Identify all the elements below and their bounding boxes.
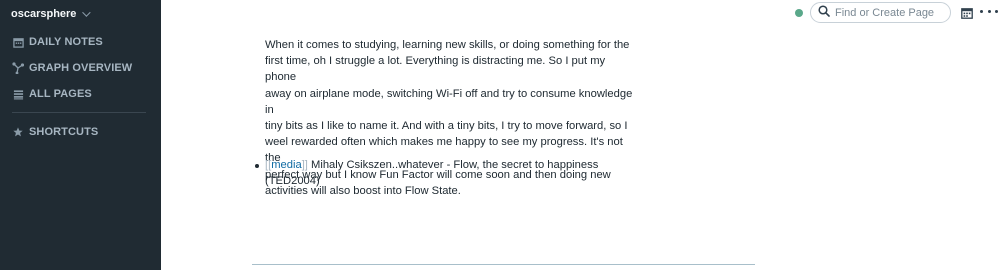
bullet-body-text: Mihaly Csikszen..whatever - Flow, the se… [265,159,599,188]
sidebar-divider [12,112,146,113]
search-icon [818,4,830,22]
page-reference-link[interactable]: media [271,159,301,171]
workspace-name: oscarsphere [11,8,77,20]
section-divider [252,264,755,265]
list-item[interactable]: [[media]] Mihaly Csikszen..whatever - Fl… [255,157,635,189]
more-dot [995,9,998,13]
more-options-icon[interactable] [980,5,998,17]
sidebar-item-label: SHORTCUTS [29,126,99,138]
chevron-down-icon [82,8,92,17]
sidebar-item-label: GRAPH OVERVIEW [29,62,133,74]
sidebar-item-label: DAILY NOTES [29,36,103,48]
graph-icon [12,62,24,74]
sidebar-item-shortcuts[interactable]: SHORTCUTS [12,124,98,140]
app-window: oscarsphere DAILY NOTES GRAPH OVERVIEW A… [0,0,1000,270]
search-box[interactable] [810,2,951,23]
more-dot [980,9,983,13]
sidebar-item-all-pages[interactable]: ALL PAGES [12,86,92,102]
sidebar-item-graph-overview[interactable]: GRAPH OVERVIEW [12,60,132,76]
star-icon [12,126,24,138]
bullet-text[interactable]: [[media]] Mihaly Csikszen..whatever - Fl… [265,157,598,189]
more-dot [987,9,991,13]
daily-notes-calendar-icon[interactable] [961,6,973,19]
sidebar-item-label: ALL PAGES [29,88,92,100]
workspace-switcher[interactable]: oscarsphere [11,6,92,22]
calendar-icon [12,36,24,48]
sidebar-item-daily-notes[interactable]: DAILY NOTES [12,34,103,50]
sync-status-icon [795,9,803,17]
list-icon [12,88,24,100]
left-sidebar: oscarsphere DAILY NOTES GRAPH OVERVIEW A… [0,0,161,270]
search-input[interactable] [835,6,945,19]
bullet-icon[interactable] [255,164,259,168]
